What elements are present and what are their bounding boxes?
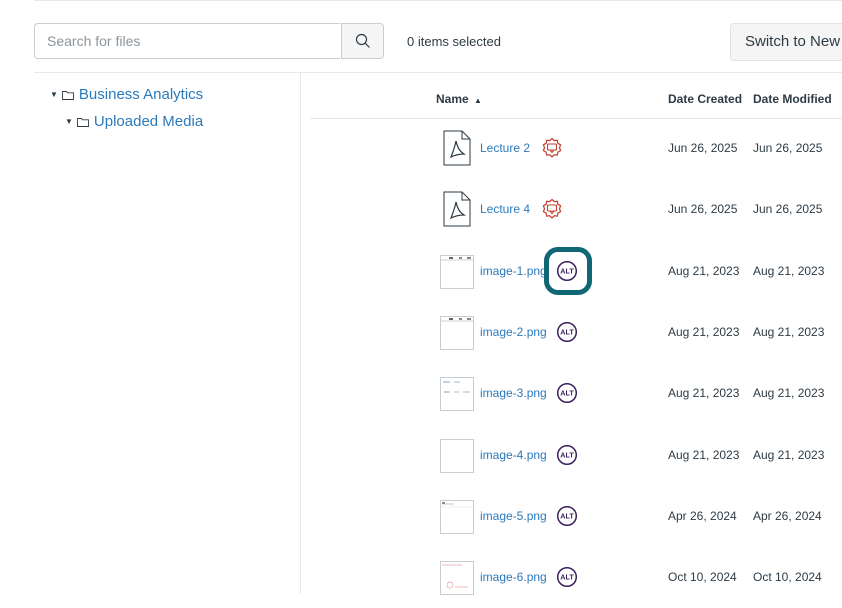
date-created: Aug 21, 2023 bbox=[668, 324, 740, 339]
expand-triangle-icon[interactable]: ▼ bbox=[65, 117, 73, 126]
date-modified: Jun 26, 2025 bbox=[753, 202, 823, 217]
file-name-link[interactable]: image-1.png bbox=[480, 264, 547, 278]
alt-text-icon[interactable]: ALT bbox=[556, 505, 578, 527]
switch-to-new-button[interactable]: Switch to New bbox=[730, 23, 842, 61]
image-thumbnail bbox=[440, 438, 474, 473]
image-thumbnail bbox=[440, 499, 474, 534]
search-bar bbox=[34, 23, 384, 59]
date-modified: Aug 21, 2023 bbox=[753, 447, 825, 462]
pdf-file-icon bbox=[443, 130, 477, 166]
table-row[interactable]: Lecture 4 Jun 26, 2025 Jun 26, 2025 bbox=[310, 179, 842, 240]
svg-text:ALT: ALT bbox=[560, 327, 574, 336]
pdf-file-icon bbox=[443, 191, 477, 227]
file-name-link[interactable]: image-4.png bbox=[480, 448, 547, 462]
top-divider bbox=[34, 0, 842, 1]
alt-text-icon[interactable]: ALT bbox=[556, 321, 578, 343]
folder-icon bbox=[61, 90, 74, 100]
tree-item-uploaded-media[interactable]: ▼ Uploaded Media bbox=[65, 113, 203, 130]
image-thumbnail bbox=[440, 254, 474, 289]
folder-icon bbox=[76, 117, 89, 127]
expand-triangle-icon[interactable]: ▼ bbox=[50, 90, 58, 99]
column-header-name[interactable]: Name ▲ bbox=[436, 92, 482, 106]
sort-ascending-icon: ▲ bbox=[474, 96, 482, 105]
table-row[interactable]: image-5.png ALT Apr 26, 2024 Apr 26, 2024 bbox=[310, 486, 842, 547]
alt-text-icon[interactable]: ALT bbox=[556, 444, 578, 466]
accessibility-issue-icon[interactable] bbox=[541, 137, 563, 159]
file-name-link[interactable]: Lecture 4 bbox=[480, 202, 530, 216]
date-modified: Jun 26, 2025 bbox=[753, 141, 823, 155]
svg-text:ALT: ALT bbox=[560, 389, 574, 398]
date-created: Jun 26, 2025 bbox=[668, 202, 738, 217]
tree-item-label[interactable]: Business Analytics bbox=[79, 86, 203, 103]
file-name-link[interactable]: Lecture 2 bbox=[480, 141, 530, 155]
accessibility-issue-icon[interactable] bbox=[541, 198, 563, 220]
tree-item-label[interactable]: Uploaded Media bbox=[94, 113, 203, 130]
pane-divider bbox=[300, 73, 301, 594]
file-name-link[interactable]: image-6.png bbox=[480, 570, 547, 584]
focus-ring bbox=[544, 247, 592, 295]
image-thumbnail bbox=[440, 561, 474, 596]
alt-text-icon[interactable]: ALT bbox=[556, 566, 578, 588]
date-created: Apr 26, 2024 bbox=[668, 508, 737, 523]
date-created: Jun 26, 2025 bbox=[668, 141, 738, 155]
tree-item-business-analytics[interactable]: ▼ Business Analytics bbox=[50, 86, 203, 103]
svg-text:ALT: ALT bbox=[560, 450, 574, 459]
alt-text-icon[interactable]: ALT bbox=[556, 382, 578, 404]
image-thumbnail bbox=[440, 377, 474, 412]
file-name-link[interactable]: image-2.png bbox=[480, 325, 547, 339]
date-created: Aug 21, 2023 bbox=[668, 263, 740, 278]
svg-text:ALT: ALT bbox=[560, 511, 574, 520]
column-header-date-created[interactable]: Date Created bbox=[668, 92, 742, 106]
table-row[interactable]: image-2.png ALT Aug 21, 2023 Aug 21, 2023 bbox=[310, 302, 842, 363]
search-input[interactable] bbox=[34, 23, 340, 59]
svg-text:ALT: ALT bbox=[560, 573, 574, 582]
search-icon bbox=[355, 33, 370, 48]
table-row[interactable]: image-6.png ALT Oct 10, 2024 Oct 10, 2024 bbox=[310, 547, 842, 608]
date-modified: Aug 21, 2023 bbox=[753, 386, 825, 401]
table-row[interactable]: image-4.png ALT Aug 21, 2023 Aug 21, 2023 bbox=[310, 425, 842, 486]
date-modified: Apr 26, 2024 bbox=[753, 508, 822, 523]
date-created: Aug 21, 2023 bbox=[668, 386, 740, 401]
date-created: Aug 21, 2023 bbox=[668, 447, 740, 462]
toolbar-divider bbox=[34, 72, 842, 73]
date-modified: Aug 21, 2023 bbox=[753, 324, 825, 339]
image-thumbnail bbox=[440, 315, 474, 350]
date-created: Oct 10, 2024 bbox=[668, 570, 737, 585]
file-name-link[interactable]: image-5.png bbox=[480, 509, 547, 523]
file-name-link[interactable]: image-3.png bbox=[480, 386, 547, 400]
search-button[interactable] bbox=[341, 23, 384, 59]
table-row[interactable]: image-3.png ALT Aug 21, 2023 Aug 21, 2023 bbox=[310, 363, 842, 424]
date-modified: Oct 10, 2024 bbox=[753, 570, 822, 585]
table-row[interactable]: Lecture 2 Jun 26, 2025 Jun 26, 2025 bbox=[310, 118, 842, 179]
selection-count: 0 items selected bbox=[407, 34, 501, 49]
column-header-date-modified[interactable]: Date Modified bbox=[753, 92, 832, 106]
date-modified: Aug 21, 2023 bbox=[753, 263, 825, 278]
